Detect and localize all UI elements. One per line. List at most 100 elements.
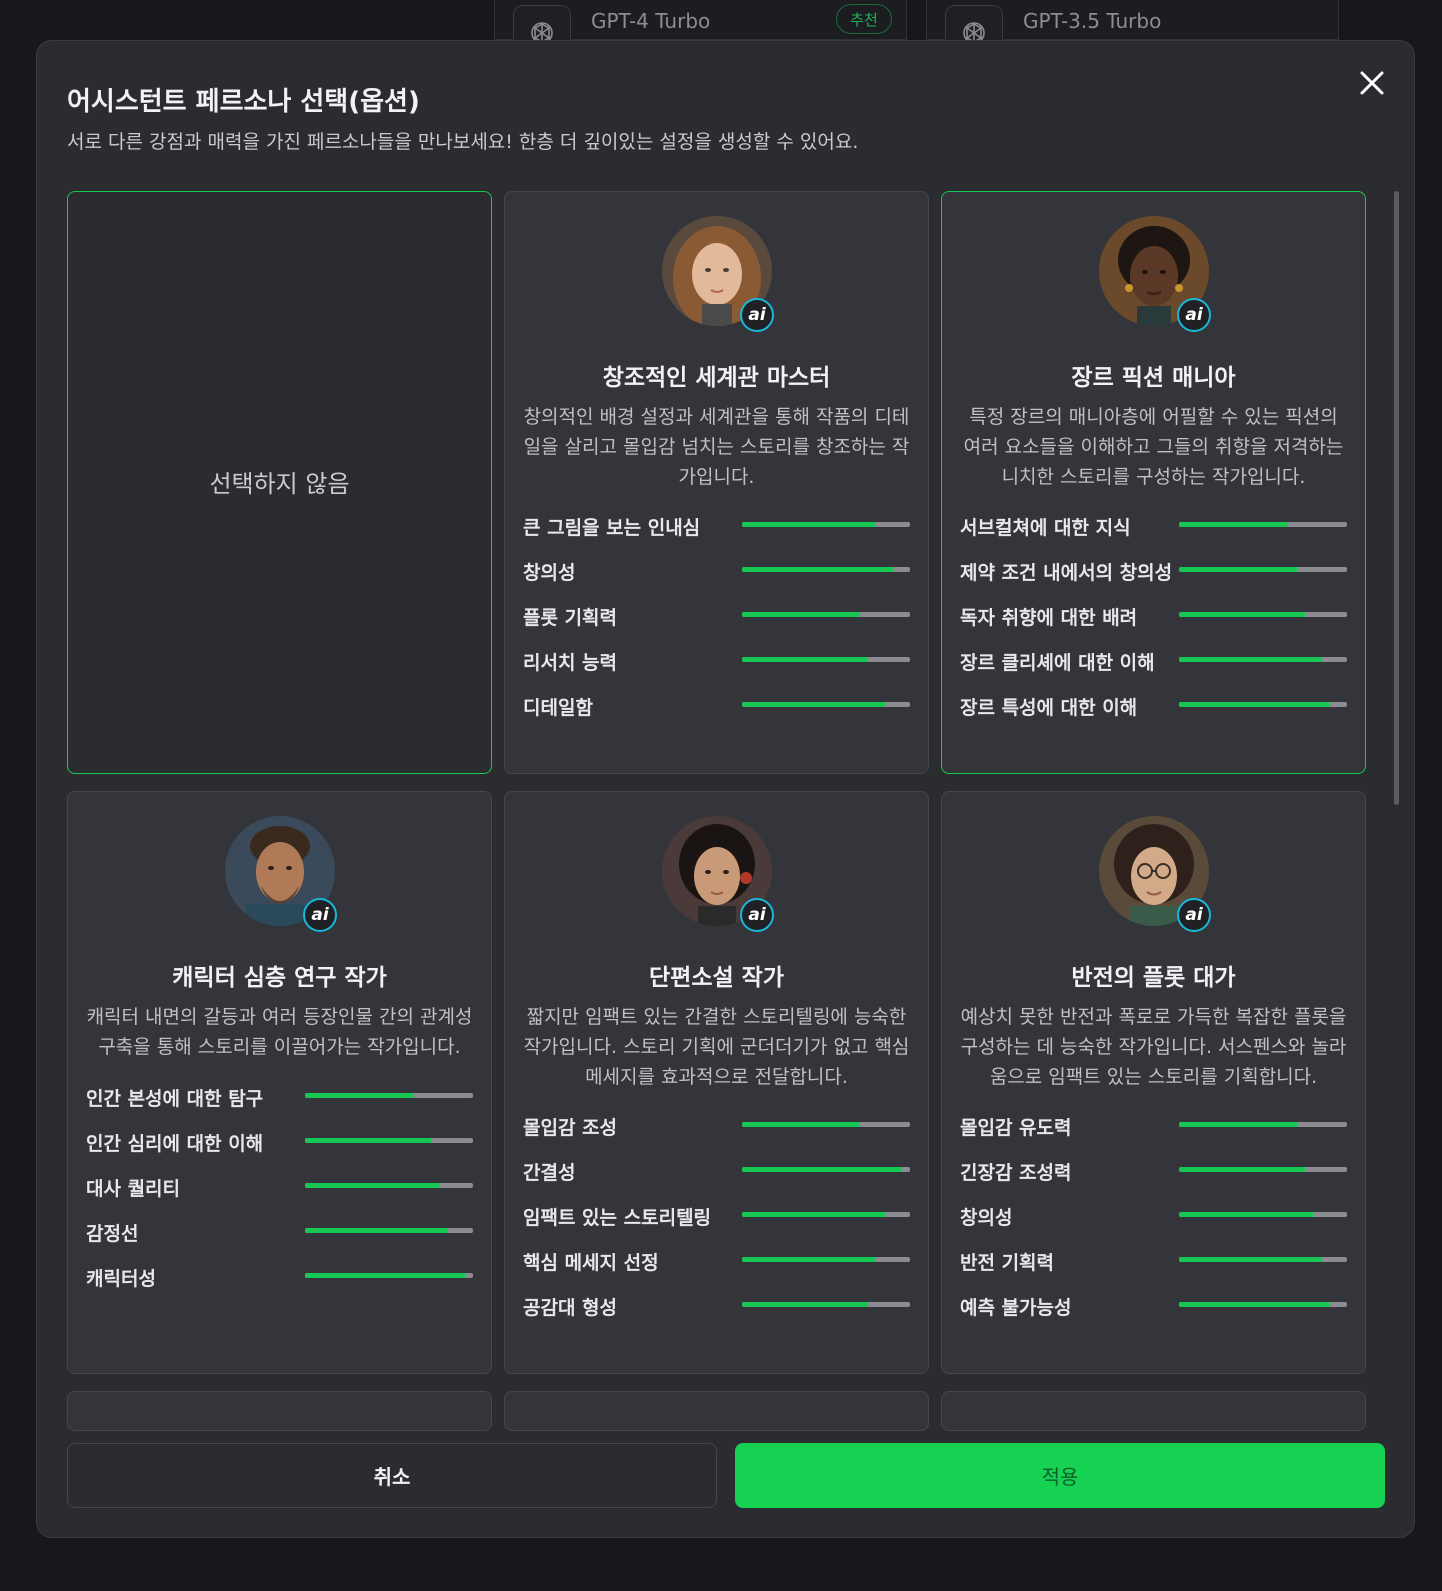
stat-bar <box>305 1093 473 1098</box>
model-card-gpt35[interactable]: GPT-3.5 Turbo <box>926 0 1339 55</box>
modal-subtitle: 서로 다른 강점과 매력을 가진 페르소나들을 만나보세요! 한층 더 깊이있는… <box>67 131 859 153</box>
stat-fill <box>742 1302 868 1307</box>
stat-fill <box>742 612 860 617</box>
stat-fill <box>1179 1257 1322 1262</box>
stat-fill <box>742 657 868 662</box>
stat-fill <box>742 1167 902 1172</box>
none-option-label: 선택하지 않음 <box>209 470 350 498</box>
stat-row: 대사 퀄리티 <box>86 1165 473 1210</box>
stat-label: 인간 심리에 대한 이해 <box>86 1133 264 1155</box>
stat-row: 예측 불가능성 <box>960 1284 1347 1329</box>
stat-row: 인간 본성에 대한 탐구 <box>86 1075 473 1120</box>
stat-bar <box>305 1273 473 1278</box>
ai-badge: ai <box>303 898 337 932</box>
stat-label: 인간 본성에 대한 탐구 <box>86 1088 264 1110</box>
apply-button[interactable]: 적용 <box>735 1443 1385 1508</box>
stat-fill <box>1179 1167 1305 1172</box>
stat-row: 공감대 형성 <box>523 1284 910 1329</box>
stat-fill <box>1179 567 1297 572</box>
persona-stats: 몰입감 조성 간결성 임팩트 있는 스토리텔링 핵심 메세지 선정 공감대 형성 <box>523 1104 910 1329</box>
persona-stats: 큰 그림을 보는 인내심 창의성 플롯 기획력 리서치 능력 디테일함 <box>523 504 910 729</box>
persona-description: 특정 장르의 매니아층에 어필할 수 있는 픽션의 여러 요소들을 이해하고 그… <box>963 406 1344 488</box>
stat-fill <box>1179 612 1305 617</box>
stat-label: 핵심 메세지 선정 <box>523 1252 659 1274</box>
scrollbar-thumb[interactable] <box>1394 191 1399 805</box>
stat-label: 캐릭터성 <box>86 1268 156 1290</box>
persona-modal: 어시스턴트 페르소나 선택(옵션) 서로 다른 강점과 매력을 가진 페르소나들… <box>36 40 1415 1538</box>
stat-label: 몰입감 조성 <box>523 1117 618 1139</box>
model-name: GPT-3.5 Turbo <box>1023 9 1162 33</box>
close-icon[interactable] <box>1356 67 1388 99</box>
stat-bar <box>305 1183 473 1188</box>
stat-label: 서브컬쳐에 대한 지식 <box>960 517 1131 539</box>
stat-row: 창의성 <box>960 1194 1347 1239</box>
stat-label: 큰 그림을 보는 인내심 <box>523 517 701 539</box>
persona-card-partial[interactable] <box>67 1391 492 1431</box>
stat-label: 창의성 <box>523 562 576 584</box>
stat-row: 캐릭터성 <box>86 1255 473 1300</box>
stat-fill <box>742 1212 885 1217</box>
stat-fill <box>1179 522 1289 527</box>
stat-label: 임팩트 있는 스토리텔링 <box>523 1207 712 1229</box>
persona-card-partial[interactable] <box>941 1391 1366 1431</box>
persona-description: 예상치 못한 반전과 폭로로 가득한 복잡한 플롯을 구성하는 데 능숙한 작가… <box>960 1006 1347 1088</box>
stat-bar <box>742 1302 910 1307</box>
stat-row: 디테일함 <box>523 684 910 729</box>
stat-label: 독자 취향에 대한 배려 <box>960 607 1138 629</box>
stat-row: 서브컬쳐에 대한 지식 <box>960 504 1347 549</box>
persona-description: 창의적인 배경 설정과 세계관을 통해 작품의 디테일을 살리고 몰입감 넘치는… <box>523 406 910 488</box>
persona-description: 캐릭터 내면의 갈등과 여러 등장인물 간의 관계성 구축을 통해 스토리를 이… <box>86 1006 473 1058</box>
stat-bar <box>742 702 910 707</box>
stat-bar <box>742 1212 910 1217</box>
stat-fill <box>305 1183 440 1188</box>
stat-bar <box>1179 1257 1347 1262</box>
stat-label: 몰입감 유도력 <box>960 1117 1072 1139</box>
stat-fill <box>1179 702 1331 707</box>
persona-card[interactable]: ai 단편소설 작가 짧지만 임팩트 있는 간결한 스토리텔링에 능숙한 작가입… <box>504 791 929 1374</box>
stat-row: 큰 그림을 보는 인내심 <box>523 504 910 549</box>
persona-description: 짧지만 임팩트 있는 간결한 스토리텔링에 능숙한 작가입니다. 스토리 기획에… <box>523 1006 910 1088</box>
persona-card[interactable]: ai 창조적인 세계관 마스터 창의적인 배경 설정과 세계관을 통해 작품의 … <box>504 191 929 774</box>
persona-stats: 인간 본성에 대한 탐구 인간 심리에 대한 이해 대사 퀄리티 감정선 캐릭터… <box>86 1075 473 1300</box>
ai-badge: ai <box>740 298 774 332</box>
persona-card-partial[interactable] <box>504 1391 929 1431</box>
stat-bar <box>742 522 910 527</box>
stat-fill <box>742 567 894 572</box>
stat-row: 몰입감 조성 <box>523 1104 910 1149</box>
persona-card[interactable]: ai 장르 픽션 매니아 특정 장르의 매니아층에 어필할 수 있는 픽션의 여… <box>941 191 1366 774</box>
stat-label: 장르 특성에 대한 이해 <box>960 697 1138 719</box>
stat-row: 독자 취향에 대한 배려 <box>960 594 1347 639</box>
persona-stats: 몰입감 유도력 긴장감 조성력 창의성 반전 기획력 예측 불가능성 <box>960 1104 1347 1329</box>
stat-row: 리서치 능력 <box>523 639 910 684</box>
stat-row: 장르 특성에 대한 이해 <box>960 684 1347 729</box>
stat-bar <box>1179 702 1347 707</box>
stat-fill <box>742 702 885 707</box>
stat-bar <box>305 1138 473 1143</box>
stat-label: 장르 클리셰에 대한 이해 <box>960 652 1155 674</box>
stat-row: 임팩트 있는 스토리텔링 <box>523 1194 910 1239</box>
persona-card[interactable]: ai 반전의 플롯 대가 예상치 못한 반전과 폭로로 가득한 복잡한 플롯을 … <box>941 791 1366 1374</box>
stat-bar <box>1179 522 1347 527</box>
persona-name: 반전의 플롯 대가 <box>1071 965 1236 991</box>
stat-label: 긴장감 조성력 <box>960 1162 1072 1184</box>
stat-label: 창의성 <box>960 1207 1013 1229</box>
stat-label: 간결성 <box>523 1162 576 1184</box>
stat-label: 공감대 형성 <box>523 1297 618 1319</box>
model-card-gpt4[interactable]: GPT-4 Turbo 추천 <box>494 0 907 55</box>
persona-name: 장르 픽션 매니아 <box>1071 365 1236 391</box>
stat-fill <box>305 1138 431 1143</box>
stat-bar <box>1179 1122 1347 1127</box>
stat-bar <box>305 1228 473 1233</box>
stat-row: 제약 조건 내에서의 창의성 <box>960 549 1347 594</box>
stat-fill <box>1179 1122 1297 1127</box>
stat-fill <box>1179 1212 1314 1217</box>
persona-card-none[interactable]: 선택하지 않음 <box>67 191 492 774</box>
stat-label: 플롯 기획력 <box>523 607 618 629</box>
persona-name: 단편소설 작가 <box>649 965 784 991</box>
cancel-button[interactable]: 취소 <box>67 1443 717 1508</box>
stat-fill <box>742 1257 877 1262</box>
stat-row: 몰입감 유도력 <box>960 1104 1347 1149</box>
persona-card[interactable]: ai 캐릭터 심층 연구 작가 캐릭터 내면의 갈등과 여러 등장인물 간의 관… <box>67 791 492 1374</box>
stat-row: 반전 기획력 <box>960 1239 1347 1284</box>
stat-fill <box>1179 657 1322 662</box>
